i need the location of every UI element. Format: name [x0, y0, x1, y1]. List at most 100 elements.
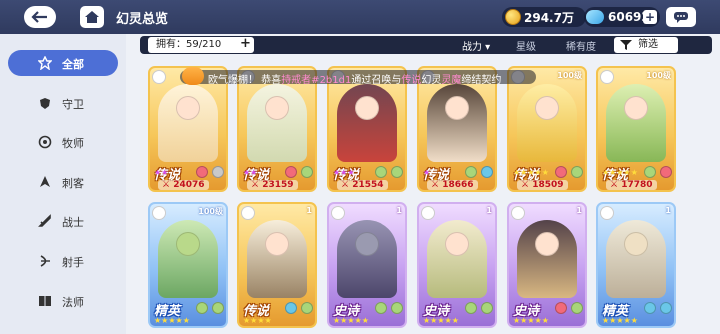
faction-icon: [212, 166, 224, 178]
element-icon: [644, 166, 656, 178]
level-label: 1: [486, 206, 492, 215]
class-badge-icon: [421, 206, 435, 220]
faction-icon: [660, 302, 672, 314]
level-label: 100级: [557, 71, 582, 80]
chat-button[interactable]: [666, 7, 696, 27]
level-label: 1: [576, 206, 582, 215]
sidebar-item-priest[interactable]: 牧师: [0, 129, 126, 155]
faction-icon: [481, 302, 493, 314]
sort-star-button[interactable]: 星级: [516, 38, 536, 53]
hero-card[interactable]: 100级 传说 ⚔ 18509 ★★★★★: [507, 66, 587, 192]
faction-icon: [301, 302, 313, 314]
hero-face: [355, 232, 379, 256]
faction-icon: [481, 166, 493, 178]
sidebar-item-mage[interactable]: 法师: [0, 288, 126, 314]
hero-card[interactable]: 1 传说 ★★★★: [237, 202, 317, 328]
level-label: 1: [396, 206, 402, 215]
sort-rarity-button[interactable]: 稀有度: [566, 38, 596, 53]
hero-face: [176, 96, 200, 120]
hero-card[interactable]: 1 史诗 ★★★★★: [327, 202, 407, 328]
hero-face: [445, 96, 469, 120]
sidebar-item-label: 牧师: [62, 137, 84, 150]
hero-card[interactable]: 1 史诗 ★★★★★: [507, 202, 587, 328]
back-arrow-icon: [31, 11, 47, 23]
level-label: 1: [665, 206, 671, 215]
sidebar-item-label: 全部: [62, 58, 84, 71]
star-rating: ★★★★★: [333, 316, 369, 325]
faction-icon: [212, 302, 224, 314]
star-rating: ★★★★★: [513, 168, 549, 177]
sidebar-item-assassin[interactable]: 刺客: [0, 169, 126, 195]
announcement-tag: 传说: [401, 75, 422, 86]
element-icon: [465, 166, 477, 178]
faction-icon: [391, 166, 403, 178]
faction-icon: [571, 166, 583, 178]
announcement-player: 持戒者#2b1d1: [281, 75, 352, 86]
announcement-prefix: 欧气爆棚！ 恭喜: [208, 75, 282, 86]
class-badge-icon: [331, 206, 345, 220]
star-rating: ★★: [243, 168, 258, 177]
star-rating: ★★★★: [243, 316, 272, 325]
class-badge-icon: [600, 70, 614, 84]
sidebar-item-warrior[interactable]: 战士: [0, 208, 126, 234]
sidebar-item-label: 战士: [62, 216, 84, 229]
faction-icon: [571, 302, 583, 314]
hero-face: [445, 232, 469, 256]
level-label: 100级: [198, 207, 223, 216]
faction-icon: [391, 302, 403, 314]
class-badge-icon: [600, 206, 614, 220]
hero-card[interactable]: 100级 传说 ⚔ 17780 ★★★★★: [596, 66, 676, 192]
home-button[interactable]: [80, 6, 104, 28]
gold-amount: 294.7万: [524, 10, 574, 25]
expand-capacity-button[interactable]: +: [240, 37, 251, 51]
element-icon: [285, 302, 297, 314]
hero-face: [624, 232, 648, 256]
chat-icon: [674, 12, 688, 23]
power-value: ⚔ 18509: [517, 180, 568, 190]
sidebar-item-guardian[interactable]: 守卫: [0, 90, 126, 116]
hero-face: [535, 96, 559, 120]
announcement-text: 欧气爆棚！ 恭喜持戒者#2b1d1通过召唤与传说幻灵灵魔缔结契约: [208, 71, 501, 86]
sidebar-item-all[interactable]: 全部: [8, 50, 118, 76]
hero-card[interactable]: 100级 精英 ★★★★★: [148, 202, 228, 328]
announcement-mid: 通过召唤与: [351, 75, 402, 86]
star-rating: ★★★★★: [423, 316, 459, 325]
faction-icon: [660, 166, 672, 178]
page-title: 幻灵总览: [116, 12, 169, 27]
filter-bar: 拥有：59/210 + 战力 ▾ 星级 稀有度 筛选: [140, 36, 712, 54]
funnel-icon: [620, 40, 632, 50]
hero-card[interactable]: 1 史诗 ★★★★★: [417, 202, 497, 328]
star-rating: ★★★★★: [513, 316, 549, 325]
star-rating: ★: [423, 168, 431, 177]
owned-count: 拥有：59/210: [148, 37, 254, 53]
power-value: ⚔ 23159: [247, 180, 298, 190]
assassin-icon: [38, 175, 52, 189]
priest-icon: [38, 135, 52, 149]
hero-face: [624, 96, 648, 120]
star-rating: ★★★★★: [602, 168, 638, 177]
announcement-suffix: 缔结契约: [461, 75, 502, 86]
back-button[interactable]: [24, 6, 56, 28]
class-badge-icon: [241, 206, 255, 220]
fox-mascot-icon: [182, 67, 204, 85]
add-gems-button[interactable]: +: [643, 10, 657, 24]
sidebar-item-label: 射手: [62, 256, 84, 269]
sidebar-item-archer[interactable]: 射手: [0, 248, 126, 274]
power-value: ⚔ 24076: [158, 180, 209, 190]
sort-power-button[interactable]: 战力 ▾: [462, 38, 490, 53]
gem-icon: [586, 10, 604, 24]
element-icon: [196, 166, 208, 178]
element-icon: [644, 302, 656, 314]
star-rating: ★★★★★: [602, 316, 638, 325]
power-value: ⚔ 18666: [427, 180, 478, 190]
power-value: ⚔ 21554: [337, 180, 388, 190]
level-label: 1: [306, 206, 312, 215]
mage-icon: [38, 294, 52, 308]
element-icon: [375, 166, 387, 178]
filter-button[interactable]: 筛选: [614, 37, 678, 53]
filter-label: 筛选: [638, 39, 658, 50]
class-badge-icon: [152, 70, 166, 84]
hero-card[interactable]: 1 精英 ★★★★★: [596, 202, 676, 328]
owned-count-label: 拥有：59/210: [156, 39, 222, 50]
archer-icon: [38, 254, 52, 268]
